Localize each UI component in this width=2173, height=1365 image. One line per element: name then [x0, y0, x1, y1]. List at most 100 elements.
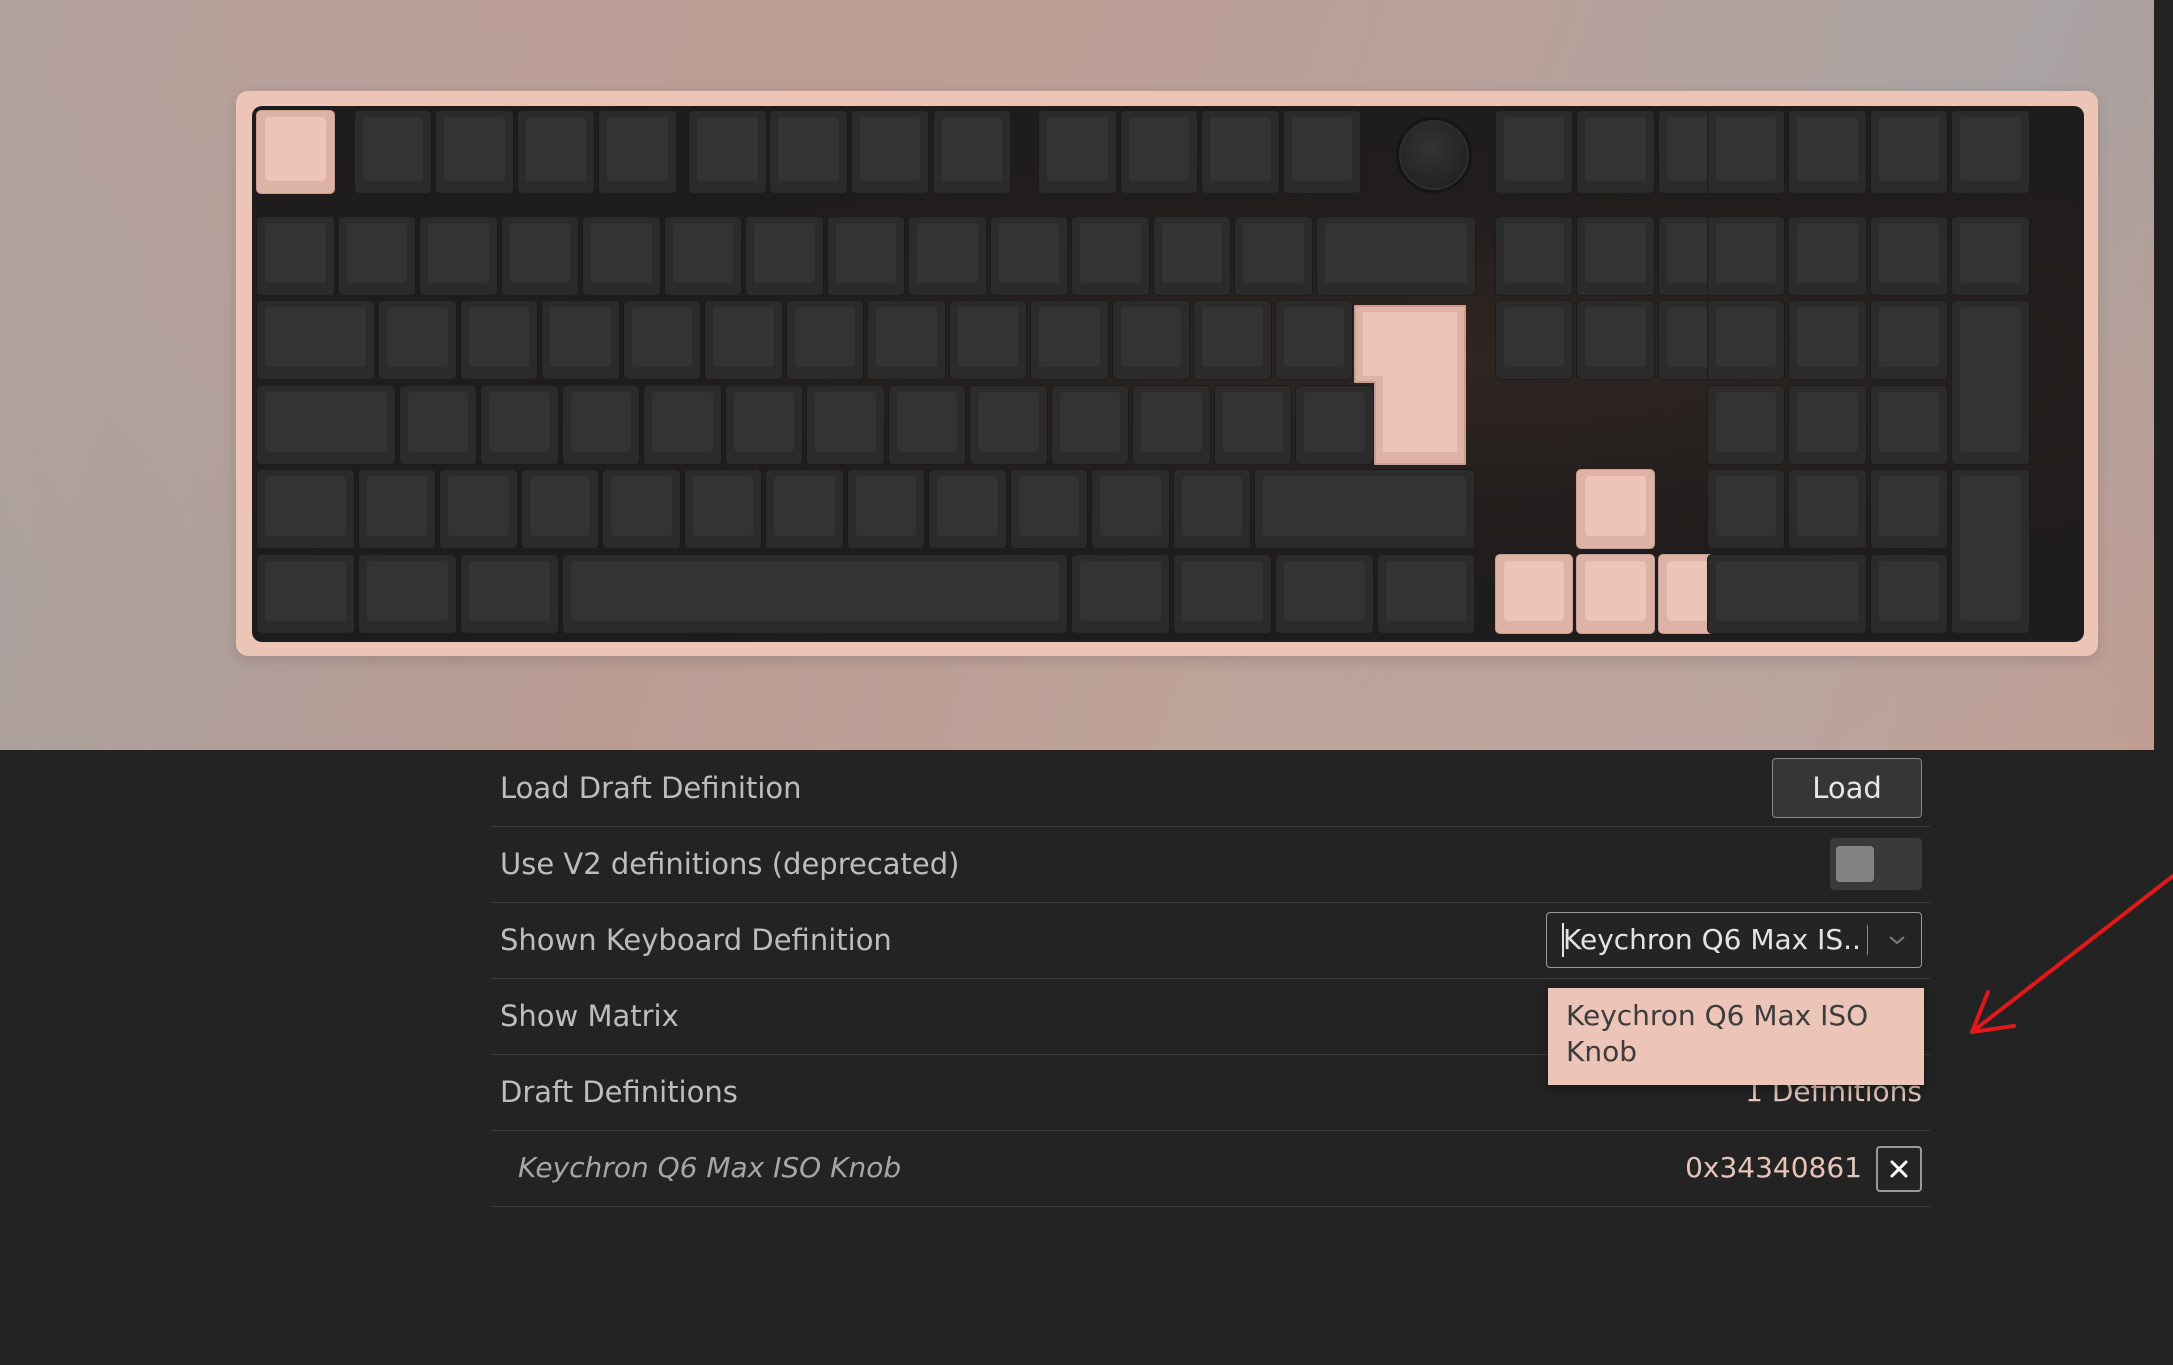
keycap[interactable]	[1274, 554, 1374, 634]
keycap[interactable]	[1193, 300, 1272, 380]
keycap[interactable]	[724, 385, 804, 465]
keycap[interactable]	[1951, 300, 2030, 465]
keycap[interactable]	[887, 385, 967, 465]
keycap[interactable]	[1951, 216, 2030, 296]
keycap[interactable]	[1376, 554, 1476, 634]
keycap[interactable]	[256, 554, 355, 634]
keycap[interactable]	[908, 216, 987, 296]
keycap[interactable]	[663, 216, 742, 296]
keycap[interactable]	[1788, 385, 1867, 465]
keycap[interactable]	[969, 385, 1048, 465]
keycap[interactable]	[357, 469, 437, 549]
keycap[interactable]	[419, 216, 498, 296]
keycap[interactable]	[561, 554, 1068, 634]
keycap[interactable]	[398, 385, 478, 465]
keycap[interactable]	[1254, 469, 1476, 549]
keycap[interactable]	[1706, 385, 1786, 465]
keycap[interactable]	[1119, 110, 1199, 194]
keycap[interactable]	[1869, 110, 1949, 194]
keycap[interactable]	[1576, 300, 1655, 380]
load-button[interactable]: Load	[1772, 758, 1922, 818]
keycap[interactable]	[1576, 216, 1655, 296]
keycap[interactable]	[1869, 216, 1949, 296]
keycap[interactable]	[989, 216, 1068, 296]
keycap[interactable]	[435, 110, 514, 194]
keycap[interactable]	[516, 110, 596, 194]
keycap-accent[interactable]	[1494, 554, 1574, 634]
keycap[interactable]	[1869, 554, 1949, 634]
keycap[interactable]	[500, 216, 579, 296]
keycap[interactable]	[948, 300, 1028, 380]
keycap[interactable]	[850, 110, 930, 194]
keycap[interactable]	[256, 469, 355, 549]
keycap[interactable]	[688, 110, 767, 194]
keycap[interactable]	[439, 469, 518, 549]
keycap[interactable]	[378, 300, 457, 380]
keycap[interactable]	[353, 110, 433, 194]
keycap[interactable]	[337, 216, 416, 296]
keycap[interactable]	[520, 469, 600, 549]
keycap[interactable]	[256, 300, 376, 380]
keycap[interactable]	[1706, 554, 1867, 634]
keycap-accent[interactable]	[1576, 469, 1655, 549]
chevron-down-icon[interactable]	[1877, 913, 1917, 967]
keycap[interactable]	[769, 110, 848, 194]
keycap[interactable]	[867, 300, 946, 380]
keycap[interactable]	[1869, 300, 1949, 380]
delete-definition-button[interactable]	[1876, 1146, 1922, 1192]
keycap[interactable]	[459, 554, 559, 634]
keycap[interactable]	[1869, 469, 1949, 549]
keycap-accent[interactable]	[256, 110, 335, 194]
keycap[interactable]	[1788, 110, 1867, 194]
keycap[interactable]	[459, 300, 539, 380]
keycap[interactable]	[745, 216, 824, 296]
keycap[interactable]	[1172, 469, 1252, 549]
keycap[interactable]	[1494, 300, 1574, 380]
keycap[interactable]	[1071, 554, 1170, 634]
keycap[interactable]	[846, 469, 926, 549]
keycap[interactable]	[1951, 469, 2030, 634]
keycap[interactable]	[1706, 300, 1786, 380]
keycap[interactable]	[806, 385, 885, 465]
keycap[interactable]	[1050, 385, 1130, 465]
keycap[interactable]	[582, 216, 661, 296]
keycap[interactable]	[1282, 110, 1362, 194]
keycap[interactable]	[1038, 110, 1117, 194]
keycap[interactable]	[598, 110, 677, 194]
keycap[interactable]	[683, 469, 763, 549]
keycap[interactable]	[1009, 469, 1089, 549]
keycap[interactable]	[1091, 469, 1170, 549]
keycap[interactable]	[1132, 385, 1211, 465]
keycap[interactable]	[1951, 110, 2030, 194]
keycap[interactable]	[480, 385, 559, 465]
keycap[interactable]	[256, 385, 396, 465]
keycap[interactable]	[765, 469, 844, 549]
keycap[interactable]	[1201, 110, 1280, 194]
keycap[interactable]	[1788, 469, 1867, 549]
keycap[interactable]	[928, 469, 1007, 549]
keycap[interactable]	[1576, 110, 1655, 194]
key-iso-enter[interactable]	[1351, 302, 1469, 468]
rotary-knob[interactable]	[1396, 117, 1472, 193]
keycap[interactable]	[1030, 300, 1109, 380]
selected-definition-value[interactable]: Keychron Q6 Max IS...	[1563, 913, 1863, 967]
dropdown-option[interactable]: Keychron Q6 Max ISO Knob	[1566, 998, 1906, 1070]
keycap[interactable]	[1213, 385, 1293, 465]
keycap-accent[interactable]	[1576, 554, 1655, 634]
keycap[interactable]	[1234, 216, 1313, 296]
keycap[interactable]	[1152, 216, 1231, 296]
keycap[interactable]	[643, 385, 722, 465]
keycap[interactable]	[541, 300, 620, 380]
keycap[interactable]	[602, 469, 681, 549]
keycap[interactable]	[1071, 216, 1150, 296]
keycap[interactable]	[622, 300, 702, 380]
keycap[interactable]	[357, 554, 457, 634]
keycap[interactable]	[1111, 300, 1191, 380]
keycap[interactable]	[1869, 385, 1949, 465]
keycap[interactable]	[1494, 216, 1574, 296]
keycap[interactable]	[1788, 300, 1867, 380]
keycap[interactable]	[1274, 300, 1354, 380]
keycap[interactable]	[1788, 216, 1867, 296]
keycap[interactable]	[256, 216, 335, 296]
keycap[interactable]	[826, 216, 905, 296]
